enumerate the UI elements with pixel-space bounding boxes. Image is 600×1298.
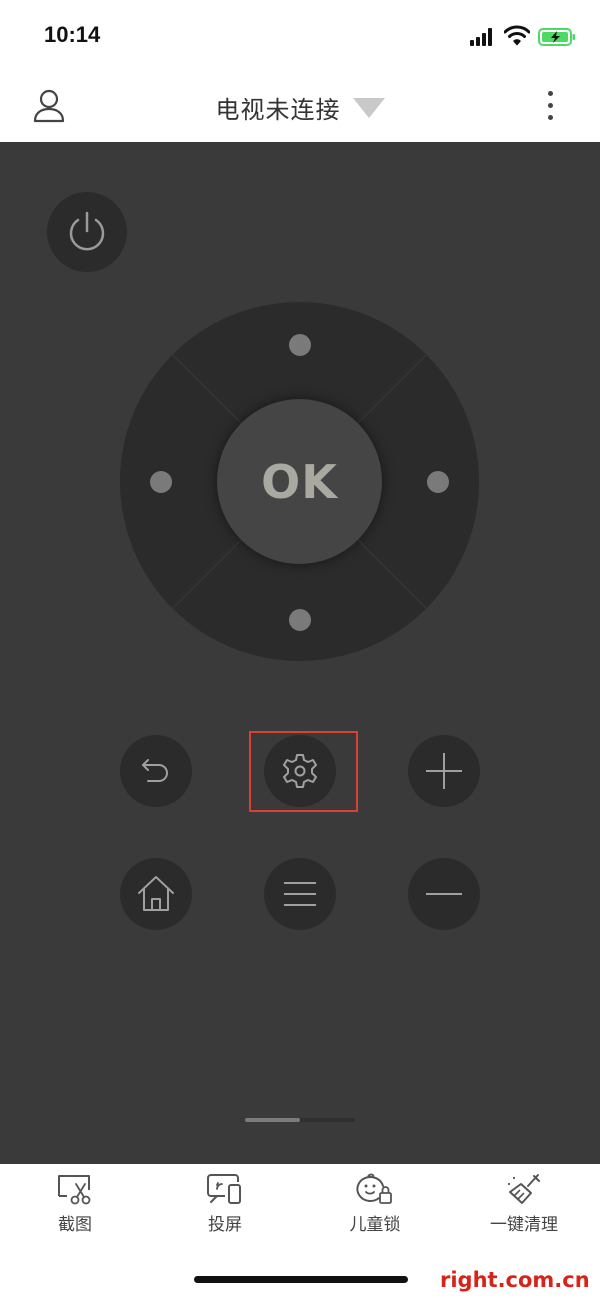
- dpad-down-button[interactable]: [289, 609, 311, 631]
- cast-screen-button[interactable]: 投屏: [165, 1172, 285, 1242]
- ok-button[interactable]: OK: [217, 399, 382, 564]
- home-indicator[interactable]: [194, 1276, 408, 1283]
- volume-down-button[interactable]: [408, 858, 480, 930]
- screenshot-button[interactable]: 截图: [15, 1172, 135, 1242]
- child-lock-button[interactable]: 儿童锁: [315, 1172, 435, 1242]
- screenshot-label: 截图: [58, 1215, 92, 1235]
- one-key-clean-label: 一键清理: [490, 1215, 558, 1235]
- screenshot-icon: [58, 1175, 91, 1205]
- broom-clean-icon: [508, 1174, 540, 1204]
- home-button[interactable]: [120, 858, 192, 930]
- status-time: 10:14: [44, 22, 101, 47]
- minus-icon: [426, 893, 462, 895]
- connection-status-title: 电视未连接: [215, 96, 341, 124]
- dpad-right-button[interactable]: [427, 471, 449, 493]
- one-key-clean-button[interactable]: 一键清理: [464, 1172, 584, 1242]
- power-icon: [69, 211, 105, 251]
- back-arrow-icon: [142, 759, 168, 782]
- back-button[interactable]: [120, 735, 192, 807]
- cast-screen-label: 投屏: [208, 1215, 242, 1235]
- plus-icon: [426, 753, 462, 789]
- direction-pad: OK: [120, 302, 479, 661]
- dpad-up-button[interactable]: [289, 334, 311, 356]
- cast-icon: [207, 1174, 241, 1204]
- status-bar: 10:14: [0, 0, 600, 70]
- top-nav-bar: 电视未连接: [0, 70, 600, 142]
- highlight-annotation-box: [249, 731, 358, 812]
- page-indicator: [245, 1118, 355, 1122]
- device-selector-button[interactable]: 电视未连接: [216, 90, 385, 125]
- dropdown-triangle-icon: [352, 97, 385, 118]
- menu-button[interactable]: [264, 858, 336, 930]
- watermark-text: right.com.cn: [440, 1268, 590, 1292]
- home-icon: [138, 876, 174, 911]
- cellular-signal-icon: [470, 28, 496, 46]
- volume-up-button[interactable]: [408, 735, 480, 807]
- power-button[interactable]: [47, 192, 127, 272]
- device-selector: 电视未连接: [0, 90, 600, 125]
- remote-control-panel: OK: [0, 142, 600, 1164]
- child-lock-label: 儿童锁: [349, 1215, 401, 1235]
- battery-charging-icon: [538, 28, 575, 46]
- ok-label: OK: [261, 454, 338, 509]
- wifi-icon: [504, 25, 530, 46]
- child-lock-icon: [356, 1173, 392, 1204]
- dpad-left-button[interactable]: [150, 471, 172, 493]
- more-options-icon[interactable]: [540, 88, 560, 124]
- page-indicator-active: [245, 1118, 300, 1122]
- hamburger-menu-icon: [284, 882, 316, 906]
